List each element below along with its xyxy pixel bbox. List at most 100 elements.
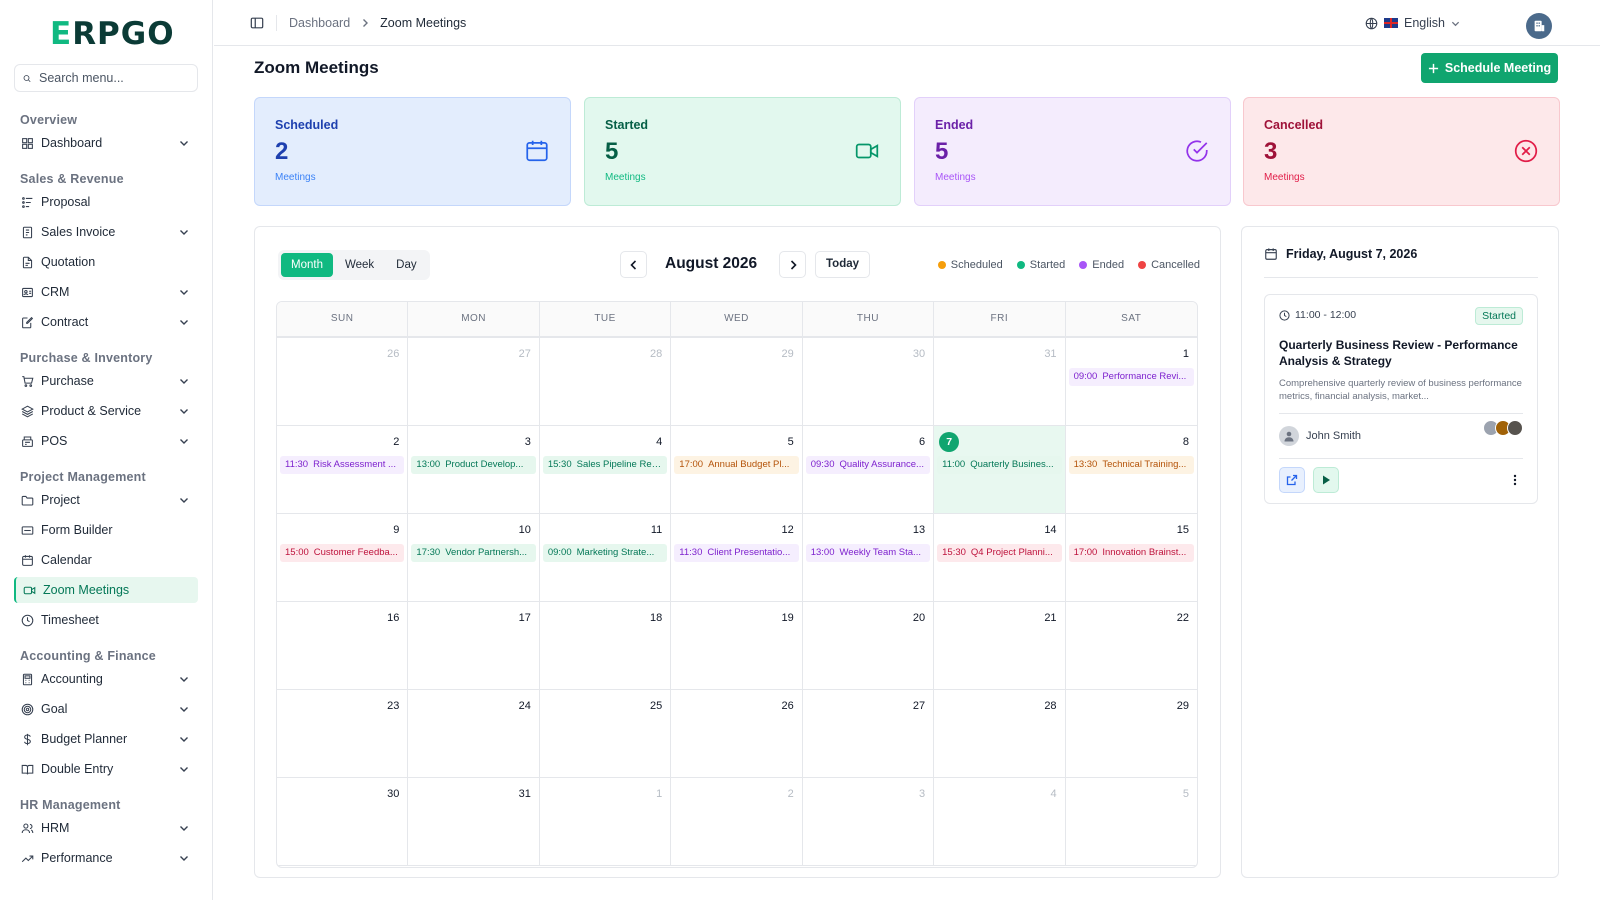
calendar-event[interactable]: 09:00 Performance Revi... (1068, 368, 1194, 386)
calendar-day[interactable]: 20 (802, 602, 935, 690)
calendar-day[interactable]: 22 (1065, 602, 1197, 690)
calendar-day[interactable]: 26 (671, 690, 803, 778)
calendar-day[interactable]: 21 (934, 602, 1066, 690)
sidebar-item-timesheet[interactable]: Timesheet (14, 607, 198, 633)
calendar-day[interactable]: 17 (408, 602, 540, 690)
sidebar-item-calendar[interactable]: Calendar (14, 547, 198, 573)
calendar-day[interactable]: 2 (671, 778, 803, 866)
user-avatar[interactable] (1526, 13, 1552, 39)
day-number: 9 (393, 524, 400, 536)
sidebar-item-hrm[interactable]: HRM (14, 815, 198, 841)
calendar-day[interactable]: 23 (277, 690, 409, 778)
calendar-day[interactable]: 16 (277, 602, 409, 690)
search-input[interactable] (39, 71, 189, 85)
chevron-down-icon (180, 856, 188, 861)
calendar-day[interactable]: 28 (934, 690, 1066, 778)
calendar-day[interactable]: 10 17:30 Vendor Partnersh... (408, 514, 540, 602)
sidebar-item-project[interactable]: Project (14, 487, 198, 513)
calendar-event[interactable]: 17:00 Annual Budget Pl... (674, 456, 799, 474)
calendar-day[interactable]: 5 (1065, 778, 1197, 866)
sidebar-item-proposal[interactable]: Proposal (14, 189, 198, 215)
sidebar-item-accounting[interactable]: Accounting (14, 666, 198, 692)
calendar-day[interactable]: 3 (802, 778, 935, 866)
calendar-event[interactable]: 11:30 Risk Assessment ... (280, 456, 405, 474)
language-selector[interactable]: English (1365, 16, 1460, 30)
calendar-day[interactable]: 24 (408, 690, 540, 778)
schedule-meeting-button[interactable]: Schedule Meeting (1421, 53, 1558, 83)
calendar-day[interactable]: 27 (802, 690, 935, 778)
calendar-event[interactable]: 09:00 Marketing Strate... (542, 544, 668, 562)
sidebar-item-zoom-meetings[interactable]: Zoom Meetings (14, 577, 198, 603)
calendar-event[interactable]: 17:30 Vendor Partnersh... (411, 544, 536, 562)
sidebar-item-contract[interactable]: Contract (14, 309, 198, 335)
calendar-event[interactable]: 17:00 Innovation Brainst... (1068, 544, 1194, 562)
calendar-day[interactable]: 12 11:30 Client Presentatio... (671, 514, 803, 602)
calendar-day[interactable]: 4 (934, 778, 1066, 866)
calendar-day[interactable]: 9 15:00 Customer Feedba... (277, 514, 409, 602)
calendar-day[interactable]: 25 (539, 690, 672, 778)
users-icon (20, 821, 34, 835)
calendar-day[interactable]: 30 (802, 338, 935, 426)
calendar-day[interactable]: 30 (277, 778, 409, 866)
calendar-day[interactable]: 29 (1065, 690, 1197, 778)
sidebar-item-form-builder[interactable]: Form Builder (14, 517, 198, 543)
sidebar-toggle-icon[interactable] (250, 16, 264, 30)
today-button[interactable]: Today (815, 251, 871, 278)
calendar-event[interactable]: 15:30 Q4 Project Planni... (937, 544, 1062, 562)
tab-day[interactable]: Day (386, 253, 426, 277)
app-logo[interactable]: ERPGO (50, 16, 198, 52)
calendar-day[interactable]: 6 09:30 Quality Assurance... (802, 426, 935, 514)
breadcrumb-dashboard[interactable]: Dashboard (289, 16, 350, 30)
tab-month[interactable]: Month (281, 253, 333, 277)
prev-month-button[interactable] (620, 251, 647, 278)
calendar-event[interactable]: 13:00 Product Develop... (411, 456, 536, 474)
open-link-button[interactable] (1279, 467, 1305, 493)
calendar-day[interactable]: 2 11:30 Risk Assessment ... (277, 426, 409, 514)
calendar-day[interactable]: 5 17:00 Annual Budget Pl... (671, 426, 803, 514)
calendar-event[interactable]: 11:30 Client Presentatio... (674, 544, 799, 562)
calendar-day[interactable]: 18 (539, 602, 672, 690)
calendar-day[interactable]: 14 15:30 Q4 Project Planni... (934, 514, 1066, 602)
sidebar-item-purchase[interactable]: Purchase (14, 368, 198, 394)
sidebar-item-crm[interactable]: CRM (14, 279, 198, 305)
calendar-event[interactable]: 13:00 Weekly Team Sta... (805, 544, 931, 562)
sidebar-item-budget-planner[interactable]: Budget Planner (14, 726, 198, 752)
day-number: 21 (1044, 612, 1057, 624)
calendar-day[interactable]: 4 15:30 Sales Pipeline Rev... (539, 426, 672, 514)
sidebar-item-pos[interactable]: POS (14, 428, 198, 454)
sidebar-item-goal[interactable]: Goal (14, 696, 198, 722)
legend-label: Ended (1092, 259, 1125, 271)
calendar-day[interactable]: 31 (408, 778, 540, 866)
calendar-day[interactable]: 26 (277, 338, 409, 426)
calendar-day[interactable]: 28 (539, 338, 672, 426)
calendar-event[interactable]: 13:30 Technical Training... (1068, 456, 1194, 474)
calendar-day[interactable]: 1 (539, 778, 672, 866)
calendar-event[interactable]: 11:00 Quarterly Busines... (937, 456, 1062, 474)
calendar-day[interactable]: 27 (408, 338, 540, 426)
calendar-day[interactable]: 3 13:00 Product Develop... (408, 426, 540, 514)
calendar-event[interactable]: 15:30 Sales Pipeline Rev... (542, 456, 668, 474)
calendar-day[interactable]: 8 13:30 Technical Training... (1065, 426, 1197, 514)
sidebar-item-dashboard[interactable]: Dashboard (14, 130, 198, 156)
legend-label: Cancelled (1151, 259, 1200, 271)
calendar-event[interactable]: 15:00 Customer Feedba... (280, 544, 405, 562)
sidebar-item-performance[interactable]: Performance (14, 845, 198, 871)
calendar-day[interactable]: 1 09:00 Performance Revi... (1065, 338, 1197, 426)
calendar-event[interactable]: 09:30 Quality Assurance... (805, 456, 931, 474)
start-meeting-button[interactable] (1313, 467, 1339, 493)
next-month-button[interactable] (779, 251, 806, 278)
sidebar-item-double-entry[interactable]: Double Entry (14, 756, 198, 782)
more-options-button[interactable] (1507, 470, 1523, 490)
calendar-day[interactable]: 31 (934, 338, 1066, 426)
meeting-card[interactable]: 11:00 - 12:00 Started Quarterly Business… (1264, 294, 1538, 504)
calendar-day[interactable]: 15 17:00 Innovation Brainst... (1065, 514, 1197, 602)
sidebar-item-quotation[interactable]: Quotation (14, 249, 198, 275)
calendar-day[interactable]: 19 (671, 602, 803, 690)
calendar-day[interactable]: 11 09:00 Marketing Strate... (539, 514, 672, 602)
tab-week[interactable]: Week (335, 253, 384, 277)
calendar-day[interactable]: 13 13:00 Weekly Team Sta... (802, 514, 935, 602)
calendar-day-today[interactable]: 7 11:00 Quarterly Busines... (934, 426, 1066, 514)
sidebar-item-product-service[interactable]: Product & Service (14, 398, 198, 424)
sidebar-item-sales-invoice[interactable]: Sales Invoice (14, 219, 198, 245)
calendar-day[interactable]: 29 (671, 338, 803, 426)
